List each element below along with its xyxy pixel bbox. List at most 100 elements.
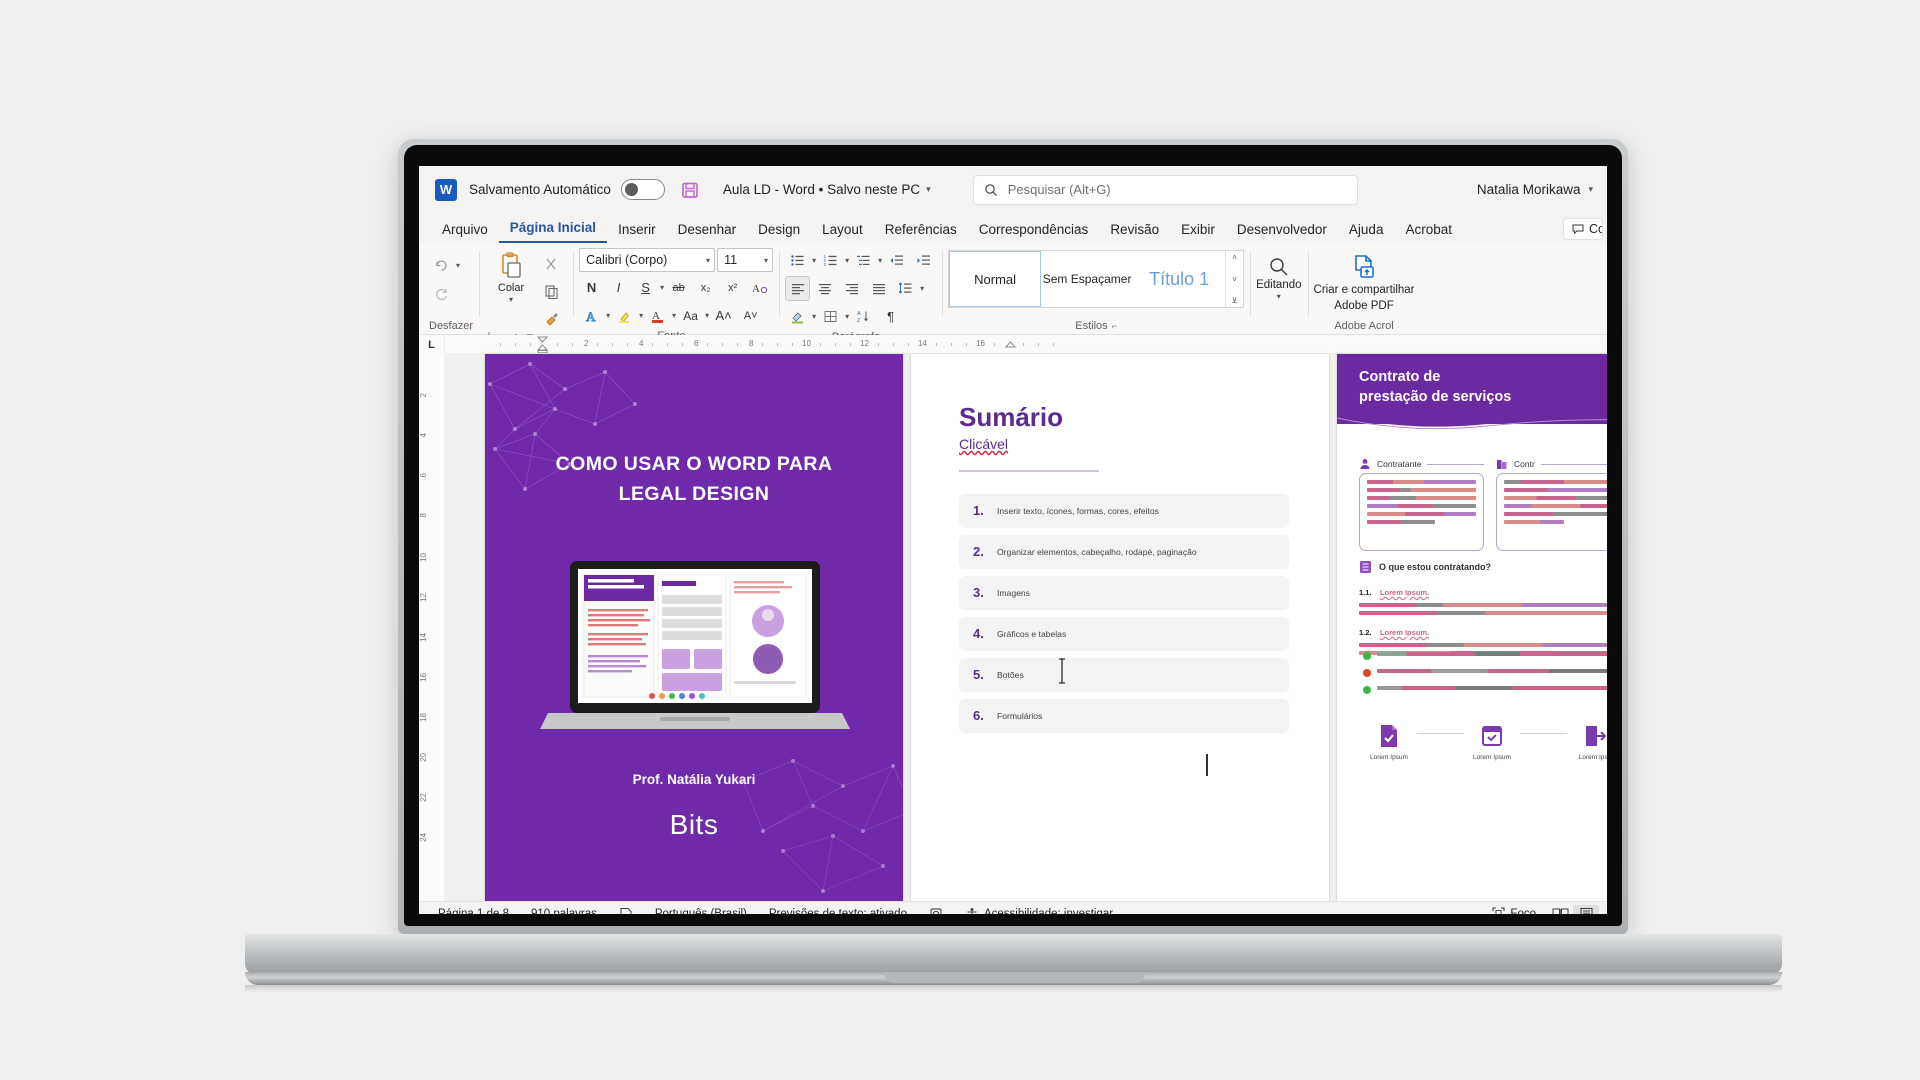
redo-button[interactable] [429,282,454,307]
toc-item[interactable]: 5. Botões [959,658,1289,691]
search-box[interactable]: Pesquisar (Alt+G) [972,174,1358,205]
subscript-button[interactable]: x₂ [693,275,718,300]
styles-scroll-down-icon[interactable]: ˅ [1226,275,1243,284]
tab-revisao[interactable]: Revisão [1099,220,1170,243]
tab-acrobat[interactable]: Acrobat [1394,220,1463,243]
tab-correspondencias[interactable]: Correspondências [968,220,1100,243]
editing-search-icon[interactable] [1268,256,1290,278]
style-sem-espacamento[interactable]: Sem Espaçamer [1041,251,1133,307]
change-case-chevron-down-icon[interactable]: ▾ [705,311,709,320]
underline-chevron-down-icon[interactable]: ▾ [660,283,664,292]
tab-arquivo[interactable]: Arquivo [431,220,499,243]
status-word-count[interactable]: 910 palavras [520,908,608,915]
dictate-icon[interactable] [918,907,954,914]
text-highlight-chevron-down-icon[interactable]: ▾ [639,311,643,320]
tab-exibir[interactable]: Exibir [1170,220,1226,243]
tab-desenvolvedor[interactable]: Desenvolvedor [1226,220,1338,243]
decrease-indent-button[interactable] [884,248,909,273]
status-page-number[interactable]: Página 1 de 8 [427,908,520,915]
font-size-select[interactable]: 11 ▾ [717,248,774,272]
focus-mode-button[interactable]: Foco [1481,907,1547,914]
font-name-select[interactable]: Calibri (Corpo) ▾ [579,248,716,272]
bullet-list-chevron-down-icon[interactable]: ▾ [812,256,816,265]
toc-item[interactable]: 6. Formulários [959,699,1289,732]
save-icon[interactable] [681,181,699,199]
status-language[interactable]: Português (Brasil) [644,908,758,915]
user-account-name[interactable]: Natalia Morikawa [1477,182,1581,197]
multilevel-list-chevron-down-icon[interactable]: ▾ [878,256,882,265]
bold-button[interactable]: N [579,275,604,300]
adobe-create-share-label-line1[interactable]: Criar e compartilhar [1314,283,1415,297]
align-center-button[interactable] [812,276,837,301]
undo-button[interactable] [429,253,454,278]
style-normal[interactable]: Normal [949,251,1042,307]
tab-referencias[interactable]: Referências [874,220,968,243]
adobe-pdf-icon[interactable] [1350,253,1378,281]
styles-gallery-scrollbar[interactable]: ˄ ˅ ⊻ [1225,251,1243,307]
tab-desenhar[interactable]: Desenhar [667,220,748,243]
tab-inserir[interactable]: Inserir [607,220,667,243]
justify-button[interactable] [866,276,891,301]
font-size-chevron-down-icon[interactable]: ▾ [764,256,768,265]
adobe-create-share-label-line2[interactable]: Adobe PDF [1334,299,1393,313]
style-titulo-1[interactable]: Título 1 [1133,251,1225,307]
styles-more-icon[interactable]: ⊻ [1226,296,1243,305]
autosave-toggle[interactable] [620,179,665,200]
comments-button[interactable]: Co [1563,218,1603,240]
cut-button[interactable] [539,252,564,277]
paste-chevron-down-icon[interactable]: ▾ [509,295,513,304]
tab-stop-selector[interactable]: L [419,335,444,351]
read-mode-button[interactable] [1547,905,1573,914]
document-page-toc[interactable]: Sumário Clicável 1. Inserir texto, ícone… [911,354,1329,901]
line-spacing-button[interactable] [893,276,918,301]
sort-button[interactable]: A Z [851,304,876,329]
toc-item[interactable]: 2. Organizar elementos, cabeçalho, rodap… [959,535,1289,568]
document-page-cover[interactable]: COMO USAR O WORD PARA LEGAL DESIGN Prof.… [485,354,903,901]
bullet-list-button[interactable] [785,248,810,273]
toc-item[interactable]: 1. Inserir texto, ícones, formas, cores,… [959,494,1289,527]
align-right-button[interactable] [839,276,864,301]
status-text-predictions[interactable]: Previsões de texto: ativado [758,908,918,915]
tab-design[interactable]: Design [747,220,811,243]
line-spacing-chevron-down-icon[interactable]: ▾ [920,284,924,293]
increase-font-size-button[interactable]: A˄ [711,303,736,328]
superscript-button[interactable]: x² [720,275,745,300]
print-layout-button[interactable] [1573,904,1599,914]
decrease-font-size-button[interactable]: A˅ [738,303,763,328]
vertical-ruler[interactable]: L 2 4 6 8 10 12 14 16 18 20 22 24 [419,335,445,901]
horizontal-ruler[interactable]: 2 4 6 8 10 12 14 16 [445,335,1607,354]
shading-chevron-down-icon[interactable]: ▾ [812,312,816,321]
clear-formatting-button[interactable]: A [747,275,772,300]
user-account-chevron-down-icon[interactable]: ▾ [1588,184,1593,195]
italic-button[interactable]: I [606,275,631,300]
numbered-list-button[interactable]: 1 2 3 [818,248,843,273]
tab-layout[interactable]: Layout [811,220,874,243]
toc-item[interactable]: 4. Gráficos e tabelas [959,617,1289,650]
show-formatting-marks-button[interactable]: ¶ [878,304,903,329]
font-color-button[interactable]: A [645,303,670,328]
shading-button[interactable] [785,304,810,329]
document-title-chevron-down-icon[interactable]: ▾ [926,184,931,195]
align-left-button[interactable] [785,276,811,301]
paste-button[interactable]: Colar ▾ [485,248,537,304]
format-painter-button[interactable] [539,306,564,331]
editing-chevron-down-icon[interactable]: ▾ [1277,292,1281,301]
styles-scroll-up-icon[interactable]: ˄ [1226,253,1243,262]
text-effects-button[interactable]: A [579,303,604,328]
increase-indent-button[interactable] [911,248,936,273]
font-name-chevron-down-icon[interactable]: ▾ [706,256,710,265]
proofing-errors-icon[interactable] [608,907,644,914]
status-accessibility[interactable]: Acessibilidade: investigar [954,907,1124,914]
document-page-contract[interactable]: Contrato de prestação de serviços Contra… [1337,354,1607,901]
change-case-button[interactable]: Aa [678,303,703,328]
toc-item[interactable]: 3. Imagens [959,576,1289,609]
numbered-list-chevron-down-icon[interactable]: ▾ [845,256,849,265]
multilevel-list-button[interactable] [851,248,876,273]
styles-dialog-launcher-icon[interactable]: ⌐ [1112,321,1117,331]
borders-chevron-down-icon[interactable]: ▾ [845,312,849,321]
borders-button[interactable] [818,304,843,329]
indent-marker[interactable] [537,336,548,353]
strikethrough-button[interactable]: ab [666,275,691,300]
text-effects-chevron-down-icon[interactable]: ▾ [606,311,610,320]
font-color-chevron-down-icon[interactable]: ▾ [672,311,676,320]
